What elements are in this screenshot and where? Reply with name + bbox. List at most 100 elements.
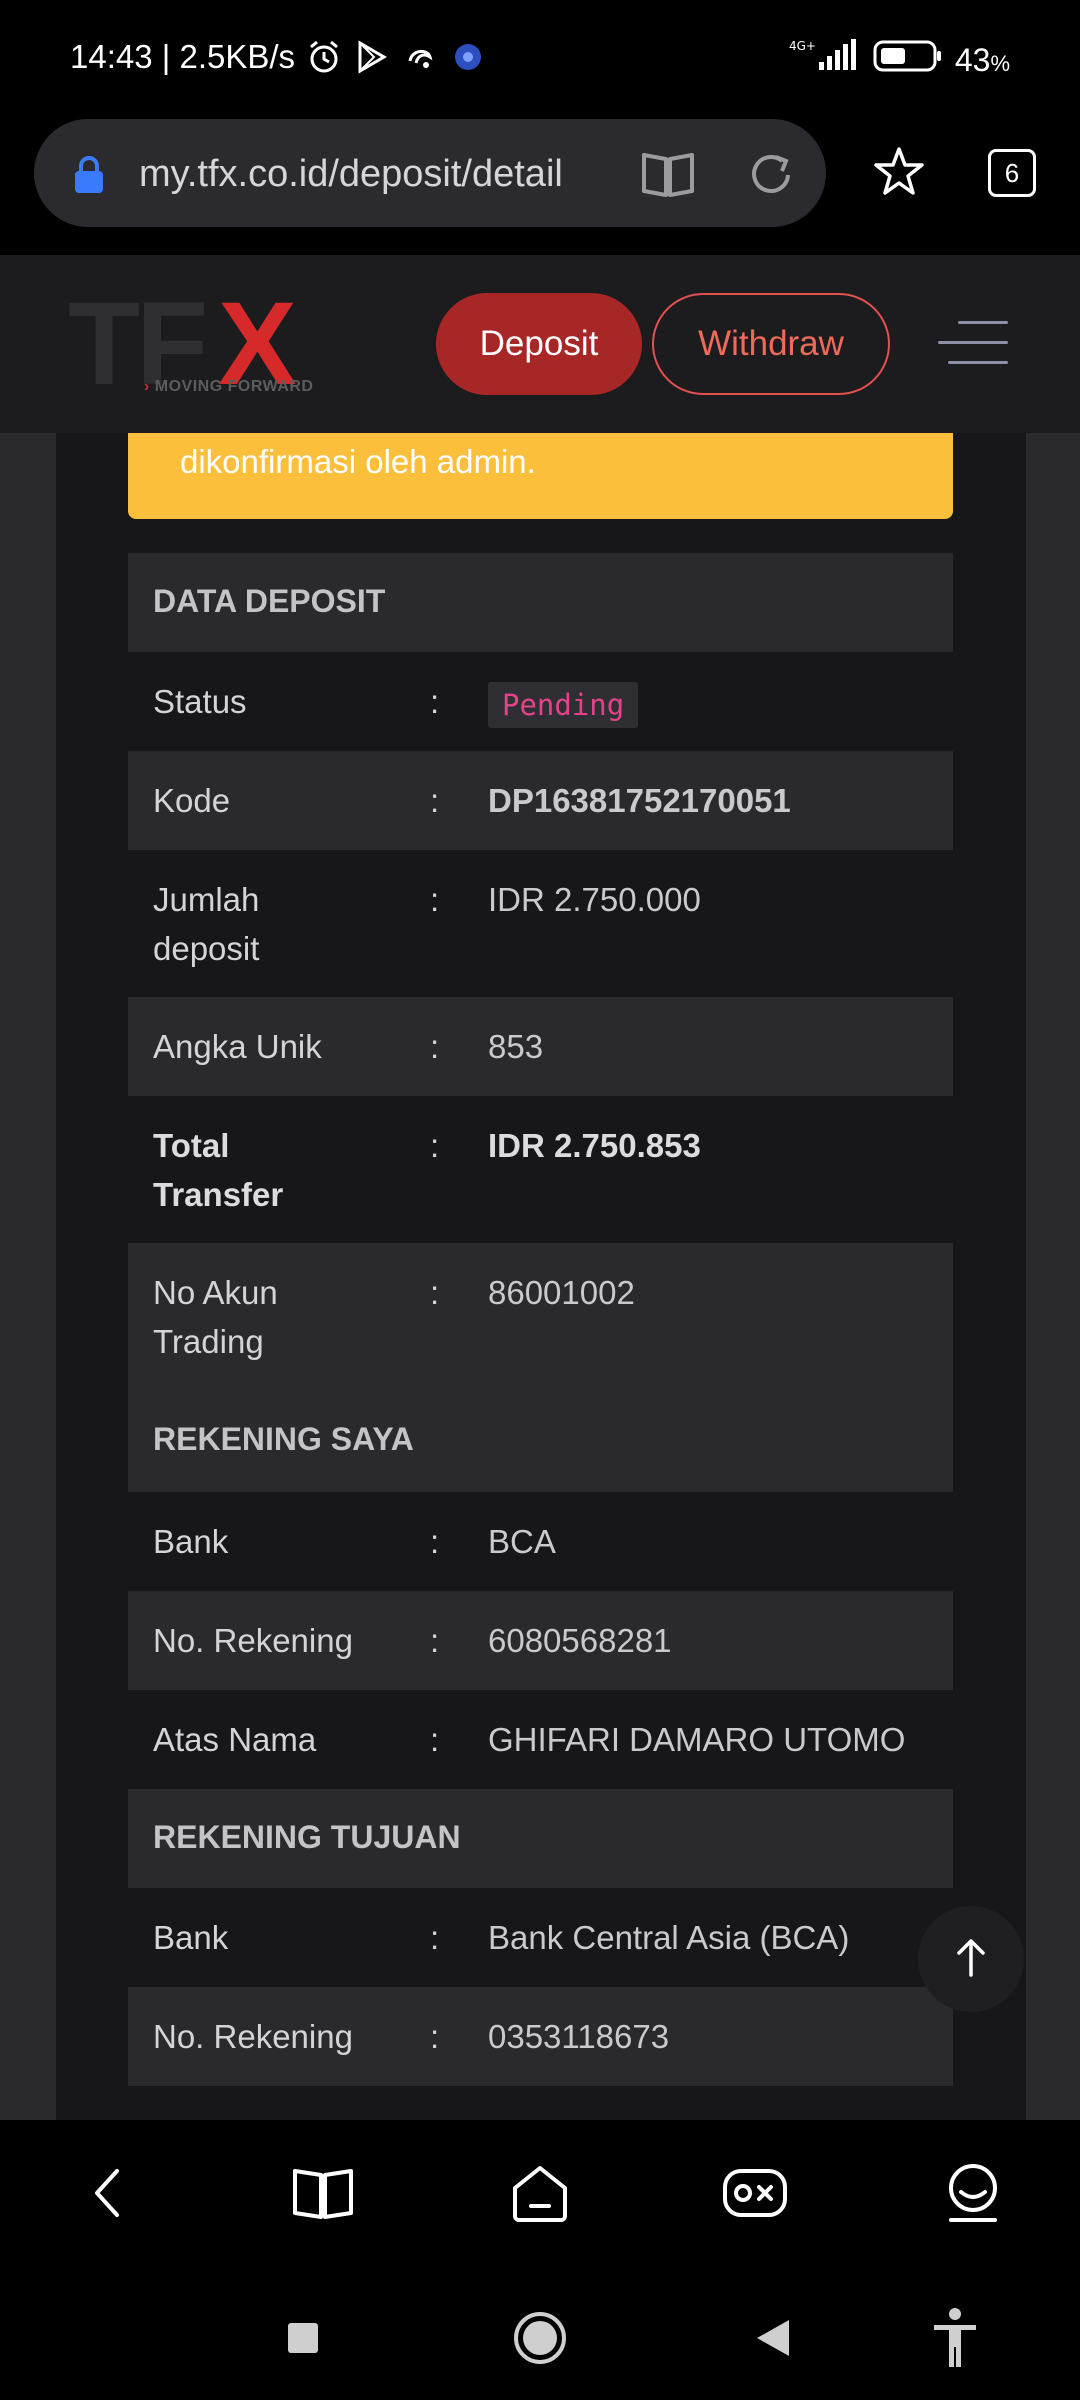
logo-tagline: › MOVING FORWARD [144, 378, 314, 395]
address-bar[interactable]: my.tfx.co.id/deposit/detail [34, 119, 826, 227]
table-row-angka-unik: Angka Unik : 853 [128, 997, 953, 1096]
total-transfer-value: IDR 2.750.853 [488, 1127, 701, 1164]
tfx-logo[interactable]: TF X › MOVING FORWARD [68, 285, 322, 403]
table-row-no-rekening: No. Rekening : 6080568281 [128, 1591, 953, 1690]
akun-value: 86001002 [488, 1274, 635, 1311]
row-colon: : [430, 683, 440, 720]
row-label: No. Rekening [153, 1622, 353, 1659]
row-label: No. Rekening [153, 2018, 353, 2055]
status-left: 14:43 | 2.5KB/s [70, 38, 487, 76]
system-back-button[interactable] [738, 2305, 808, 2375]
app-notification-icon [401, 38, 439, 76]
norek-value: 6080568281 [488, 1622, 672, 1659]
row-colon: : [430, 1127, 440, 1164]
alarm-icon [305, 38, 343, 76]
section-header-rekening-tujuan: REKENING TUJUAN [128, 1789, 953, 1888]
row-label: No Akun Trading [153, 1274, 278, 1360]
row-colon: : [430, 881, 440, 918]
alert-text: dikonfirmasi oleh admin. [180, 443, 536, 480]
table-row-no-rekening-tujuan: No. Rekening : 0353118673 [128, 1987, 953, 2086]
section-title: DATA DEPOSIT [153, 583, 386, 619]
row-label: Kode [153, 782, 231, 819]
games-button[interactable] [720, 2160, 790, 2230]
table-row-status: Status : Pending [128, 652, 953, 751]
book-icon [291, 2165, 355, 2226]
triangle-back-icon [753, 2316, 793, 2365]
alert-banner: dikonfirmasi oleh admin. [128, 433, 953, 519]
row-label: Atas Nama [153, 1721, 317, 1758]
app-badge-icon [449, 38, 487, 76]
status-bar: 14:43 | 2.5KB/s 4G+ 43% [0, 0, 1080, 115]
kode-value: DP16381752170051 [488, 782, 791, 819]
deposit-detail-table: DATA DEPOSIT Status : Pending Kode : DP1… [128, 553, 953, 2086]
bank-value: BCA [488, 1523, 556, 1560]
table-row-bank: Bank : BCA [128, 1492, 953, 1591]
row-colon: : [430, 1523, 440, 1560]
svg-text:4G+: 4G+ [789, 39, 816, 53]
table-row-total-transfer: Total Transfer : IDR 2.750.853 [128, 1096, 953, 1243]
section-header-data-deposit: DATA DEPOSIT [128, 553, 953, 652]
row-label: Total Transfer [153, 1127, 284, 1213]
profile-button[interactable] [938, 2160, 1008, 2230]
signal-icon: 4G+ [789, 38, 861, 82]
home-icon [509, 2162, 571, 2229]
play-store-icon [353, 38, 391, 76]
row-label: Angka Unik [153, 1028, 322, 1065]
accessibility-button[interactable] [920, 2305, 990, 2375]
home-button[interactable] [505, 2160, 575, 2230]
jumlah-value: IDR 2.750.000 [488, 881, 701, 918]
row-colon: : [430, 1274, 440, 1311]
row-label: Bank [153, 1523, 229, 1560]
withdraw-button[interactable]: Withdraw [652, 293, 890, 395]
system-home-button[interactable] [505, 2305, 575, 2375]
section-title-rekening-saya: REKENING SAYA [153, 1421, 414, 1457]
site-header: TF X › MOVING FORWARD Deposit Withdraw [0, 255, 1080, 433]
row-label: Jumlah deposit [153, 881, 260, 967]
row-colon: : [430, 782, 440, 819]
tab-switcher-button[interactable]: 6 [988, 149, 1036, 197]
table-row-kode: Kode : DP16381752170051 [128, 751, 953, 850]
circle-icon [513, 2311, 567, 2370]
row-colon: : [430, 1919, 440, 1956]
row-colon: : [430, 1622, 440, 1659]
section-title: REKENING TUJUAN [153, 1819, 461, 1855]
tab-count: 6 [1004, 157, 1020, 188]
table-row-bank-tujuan: Bank : Bank Central Asia (BCA) [128, 1888, 953, 1987]
status-badge: Pending [488, 679, 639, 728]
user-icon [943, 2162, 1003, 2229]
bank-tujuan-value: Bank Central Asia (BCA) [488, 1919, 850, 1956]
row-label: Status [153, 683, 247, 720]
battery-level: 43% [954, 41, 1010, 78]
bookmark-star-icon[interactable] [872, 145, 926, 204]
norek-tujuan-value: 0353118673 [488, 2018, 670, 2055]
table-row-no-akun-trading: No Akun Trading : 86001002 REKENING SAYA [128, 1243, 953, 1492]
bookmarks-button[interactable] [288, 2160, 358, 2230]
back-button[interactable] [72, 2160, 142, 2230]
chevron-left-icon [87, 2165, 127, 2226]
scroll-to-top-button[interactable] [918, 1906, 1024, 2012]
reader-mode-icon[interactable] [640, 149, 696, 204]
reload-icon[interactable] [746, 149, 796, 204]
time-speed: 14:43 | 2.5KB/s [70, 38, 296, 75]
lock-icon [72, 155, 106, 200]
table-row-atas-nama: Atas Nama : GHIFARI DAMARO UTOMO [128, 1690, 953, 1789]
row-colon: : [430, 2018, 440, 2055]
angka-unik-value: 853 [488, 1028, 544, 1065]
arrow-up-icon [951, 1935, 991, 1984]
table-row-jumlah-deposit: Jumlah deposit : IDR 2.750.000 [128, 850, 953, 997]
square-icon [286, 2321, 320, 2360]
deposit-button[interactable]: Deposit [436, 293, 642, 395]
system-nav-bar [0, 2275, 1080, 2400]
hamburger-menu-icon[interactable] [938, 321, 1014, 367]
browser-toolbar: my.tfx.co.id/deposit/detail 6 [0, 115, 1080, 255]
battery-icon [873, 38, 943, 82]
row-colon: : [430, 1721, 440, 1758]
accessibility-icon [930, 2307, 980, 2374]
recents-button[interactable] [268, 2305, 338, 2375]
atas-nama-value: GHIFARI DAMARO UTOMO [488, 1721, 906, 1758]
gamepad-icon [721, 2165, 789, 2226]
status-right: 4G+ 43% [789, 38, 1010, 82]
url-text[interactable]: my.tfx.co.id/deposit/detail [139, 153, 563, 196]
browser-bottom-nav [0, 2120, 1080, 2275]
row-label: Bank [153, 1919, 229, 1956]
